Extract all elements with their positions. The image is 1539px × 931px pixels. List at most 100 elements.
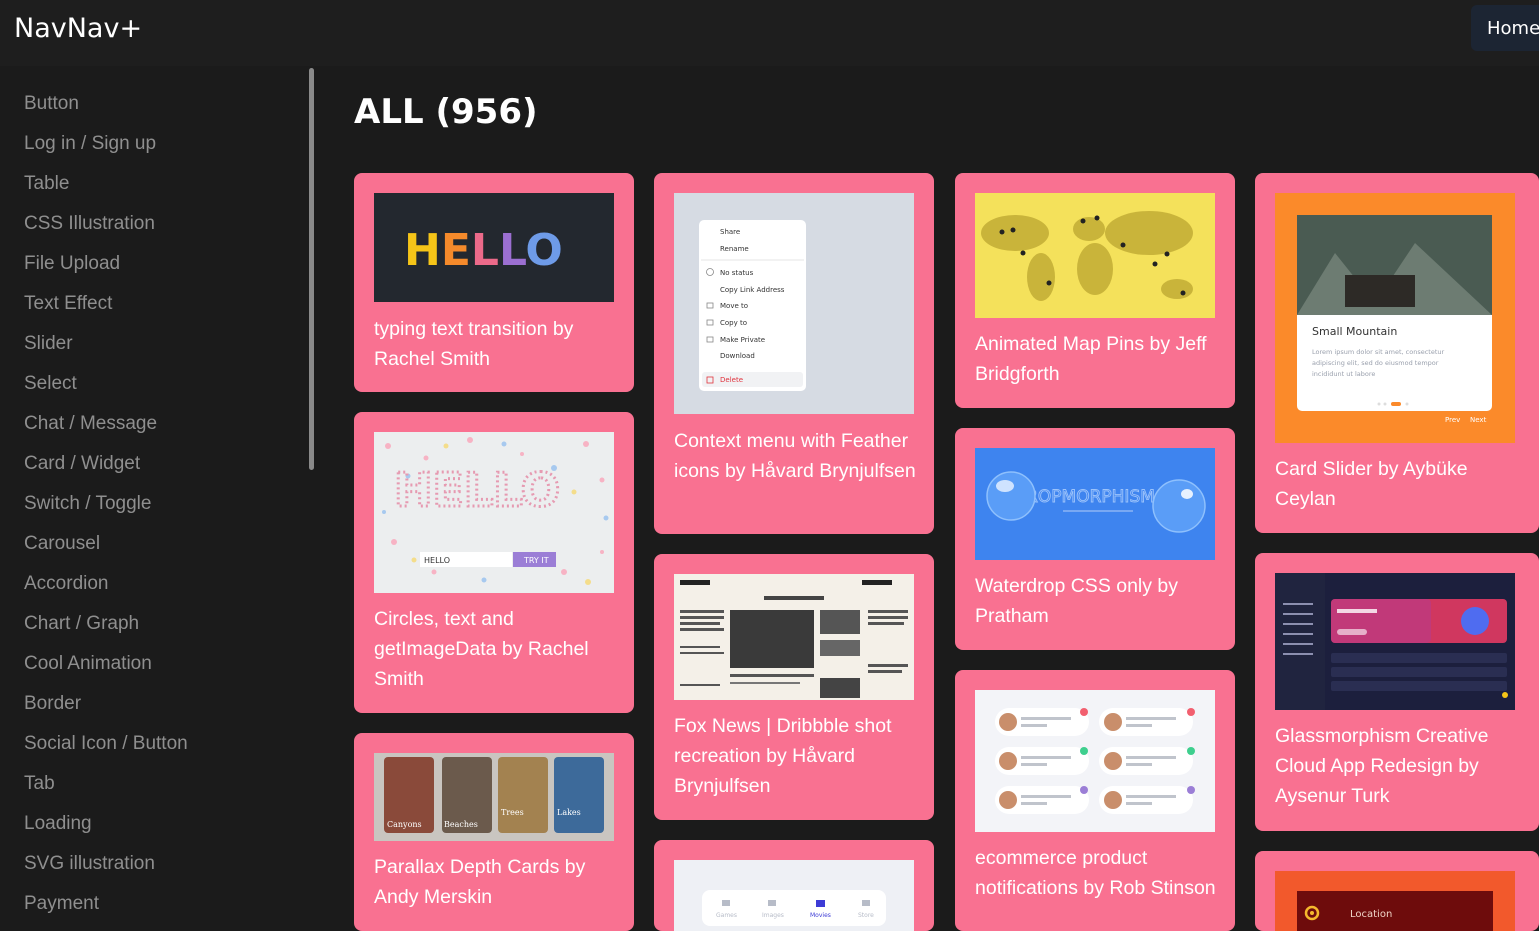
card-title: Parallax Depth Cards by Andy Merskin — [374, 856, 586, 908]
top-navbar: NavNav+ Home — [0, 0, 1539, 66]
context-menu-image: Share Rename No status Copy Link Address… — [699, 220, 806, 391]
svg-text:HELLO: HELLO — [404, 225, 563, 276]
sidebar-item-tab[interactable]: Tab — [24, 773, 55, 795]
hello-letter-l1: L — [471, 225, 499, 276]
card-map-pins[interactable]: Animated Map Pins by Jeff Bridgforth — [955, 173, 1235, 408]
notifications-image — [995, 708, 1195, 814]
card-thumbnail: Games Images Movies Store — [674, 860, 914, 931]
menu-item-make-private: Make Private — [720, 336, 765, 344]
card-typing-text[interactable]: HELLO typing text transition by Rachel S… — [354, 173, 634, 392]
slider-next: Next — [1470, 416, 1487, 424]
location-image: Location — [1297, 891, 1493, 931]
menu-item-delete: Delete — [720, 376, 743, 384]
card-title: ecommerce product notifications by Rob S… — [975, 847, 1216, 899]
sidebar-item-svg-illustration[interactable]: SVG illustration — [24, 853, 155, 875]
card-thumbnail: Share Rename No status Copy Link Address… — [674, 193, 914, 414]
hello-letter-e: E — [441, 225, 471, 276]
location-label: Location — [1350, 909, 1392, 920]
card-title: Waterdrop CSS only by Pratham — [975, 575, 1179, 627]
slider-prev: Prev — [1445, 416, 1460, 424]
sidebar-item-select[interactable]: Select — [24, 373, 77, 395]
menu-item-download: Download — [720, 352, 755, 360]
sidebar-item-cool-animation[interactable]: Cool Animation — [24, 653, 152, 675]
sidebar-item-text-effect[interactable]: Text Effect — [24, 293, 112, 315]
hello-letter-o: O — [525, 225, 562, 276]
home-button[interactable]: Home — [1471, 5, 1539, 51]
sidebar-item-chat-message[interactable]: Chat / Message — [24, 413, 157, 435]
parallax-cards-image: Canyons Beaches Trees Lakes — [384, 757, 604, 833]
sidebar-item-loading[interactable]: Loading — [24, 813, 92, 835]
card-thumbnail: Canyons Beaches Trees Lakes — [374, 753, 614, 841]
sidebar-item-file-upload[interactable]: File Upload — [24, 253, 120, 275]
nav-item-movies: Movies — [810, 912, 831, 919]
sidebar: Button Log in / Sign up Table CSS Illust… — [0, 66, 316, 931]
card-thumbnail — [1275, 573, 1515, 710]
brand-logo[interactable]: NavNav+ — [14, 13, 142, 44]
parallax-label-lakes: Lakes — [557, 808, 581, 817]
sidebar-item-chart-graph[interactable]: Chart / Graph — [24, 613, 139, 635]
sidebar-item-css-illustration[interactable]: CSS Illustration — [24, 213, 155, 235]
menu-item-share: Share — [720, 228, 740, 236]
slide-title: Small Mountain — [1312, 325, 1397, 338]
card-title: Fox News | Dribbble shot recreation by H… — [674, 715, 892, 797]
sidebar-item-switch-toggle[interactable]: Switch / Toggle — [24, 493, 151, 515]
waterdrop-image: DROPMORPHISM — [986, 471, 1206, 533]
try-it-label: TRY IT — [523, 556, 549, 565]
sidebar-item-table[interactable]: Table — [24, 173, 69, 195]
world-map-image — [981, 211, 1193, 301]
sidebar-item-card-widget[interactable]: Card / Widget — [24, 453, 140, 475]
card-fox-news[interactable]: Fox News | Dribbble shot recreation by H… — [654, 554, 934, 820]
card-title: Circles, text and getImageData by Rachel… — [374, 608, 589, 690]
hello-letter-l2: L — [499, 225, 526, 276]
circles-hello-image: HELLO HELLO TRY IT — [382, 437, 609, 585]
card-thumbnail — [674, 574, 914, 700]
card-bottom-nav[interactable]: Games Images Movies Store — [654, 840, 934, 931]
page-title: ALL (956) — [354, 92, 538, 132]
sidebar-item-button[interactable]: Button — [24, 93, 79, 115]
menu-item-rename: Rename — [720, 245, 749, 253]
card-glassmorphism[interactable]: Glassmorphism Creative Cloud App Redesig… — [1255, 553, 1539, 831]
card-thumbnail: DROPMORPHISM — [975, 448, 1215, 560]
card-thumbnail — [975, 690, 1215, 832]
sidebar-item-border[interactable]: Border — [24, 693, 81, 715]
nav-item-images: Images — [762, 912, 784, 919]
sidebar-item-payment[interactable]: Payment — [24, 893, 99, 915]
hello-typography-image: HELLO — [404, 225, 563, 276]
card-title: Card Slider by Aybüke Ceylan — [1275, 458, 1468, 510]
hello-input-value: HELLO — [424, 556, 450, 565]
bottom-nav-image: Games Images Movies Store — [702, 890, 886, 926]
card-title: Glassmorphism Creative Cloud App Redesig… — [1275, 725, 1489, 807]
card-title: Context menu with Feather icons by Håvar… — [674, 430, 916, 482]
parallax-label-canyons: Canyons — [387, 820, 422, 829]
card-waterdrop[interactable]: DROPMORPHISM Waterdrop CSS only by Prath… — [955, 428, 1235, 650]
sidebar-item-carousel[interactable]: Carousel — [24, 533, 100, 555]
sidebar-item-login-signup[interactable]: Log in / Sign up — [24, 133, 156, 155]
card-thumbnail: Small Mountain Lorem ipsum dolor sit ame… — [1275, 193, 1515, 443]
sidebar-item-slider[interactable]: Slider — [24, 333, 73, 355]
sidebar-item-accordion[interactable]: Accordion — [24, 573, 109, 595]
hello-letter-h: H — [404, 225, 441, 276]
menu-item-copy-link: Copy Link Address — [720, 286, 785, 294]
card-thumbnail: HELLO — [374, 193, 614, 302]
card-parallax-depth[interactable]: Canyons Beaches Trees Lakes Parallax Dep… — [354, 733, 634, 931]
menu-item-copy-to: Copy to — [720, 319, 747, 327]
card-thumbnail: HELLO HELLO TRY IT — [374, 432, 614, 593]
card-slider-image: Small Mountain Lorem ipsum dolor sit ame… — [1297, 215, 1492, 424]
glassmorphism-image — [1275, 573, 1515, 710]
card-title: typing text transition by Rachel Smith — [374, 318, 574, 370]
sidebar-item-social-icon-button[interactable]: Social Icon / Button — [24, 733, 188, 755]
card-location[interactable]: Location — [1255, 851, 1539, 931]
parallax-label-beaches: Beaches — [444, 820, 478, 829]
nav-item-store: Store — [858, 912, 874, 919]
card-thumbnail — [975, 193, 1215, 318]
card-context-menu[interactable]: Share Rename No status Copy Link Address… — [654, 173, 934, 534]
menu-item-no-status: No status — [720, 269, 754, 277]
card-ecommerce-notifications[interactable]: ecommerce product notifications by Rob S… — [955, 670, 1235, 931]
card-title: Animated Map Pins by Jeff Bridgforth — [975, 333, 1207, 385]
fox-news-image — [680, 580, 908, 698]
sidebar-scrollbar[interactable] — [309, 68, 314, 470]
card-card-slider[interactable]: Small Mountain Lorem ipsum dolor sit ame… — [1255, 173, 1539, 533]
menu-item-move-to: Move to — [720, 302, 748, 310]
card-circles-text[interactable]: HELLO HELLO TRY IT Circles, text and get… — [354, 412, 634, 713]
svg-text:HELLO: HELLO — [394, 463, 560, 517]
